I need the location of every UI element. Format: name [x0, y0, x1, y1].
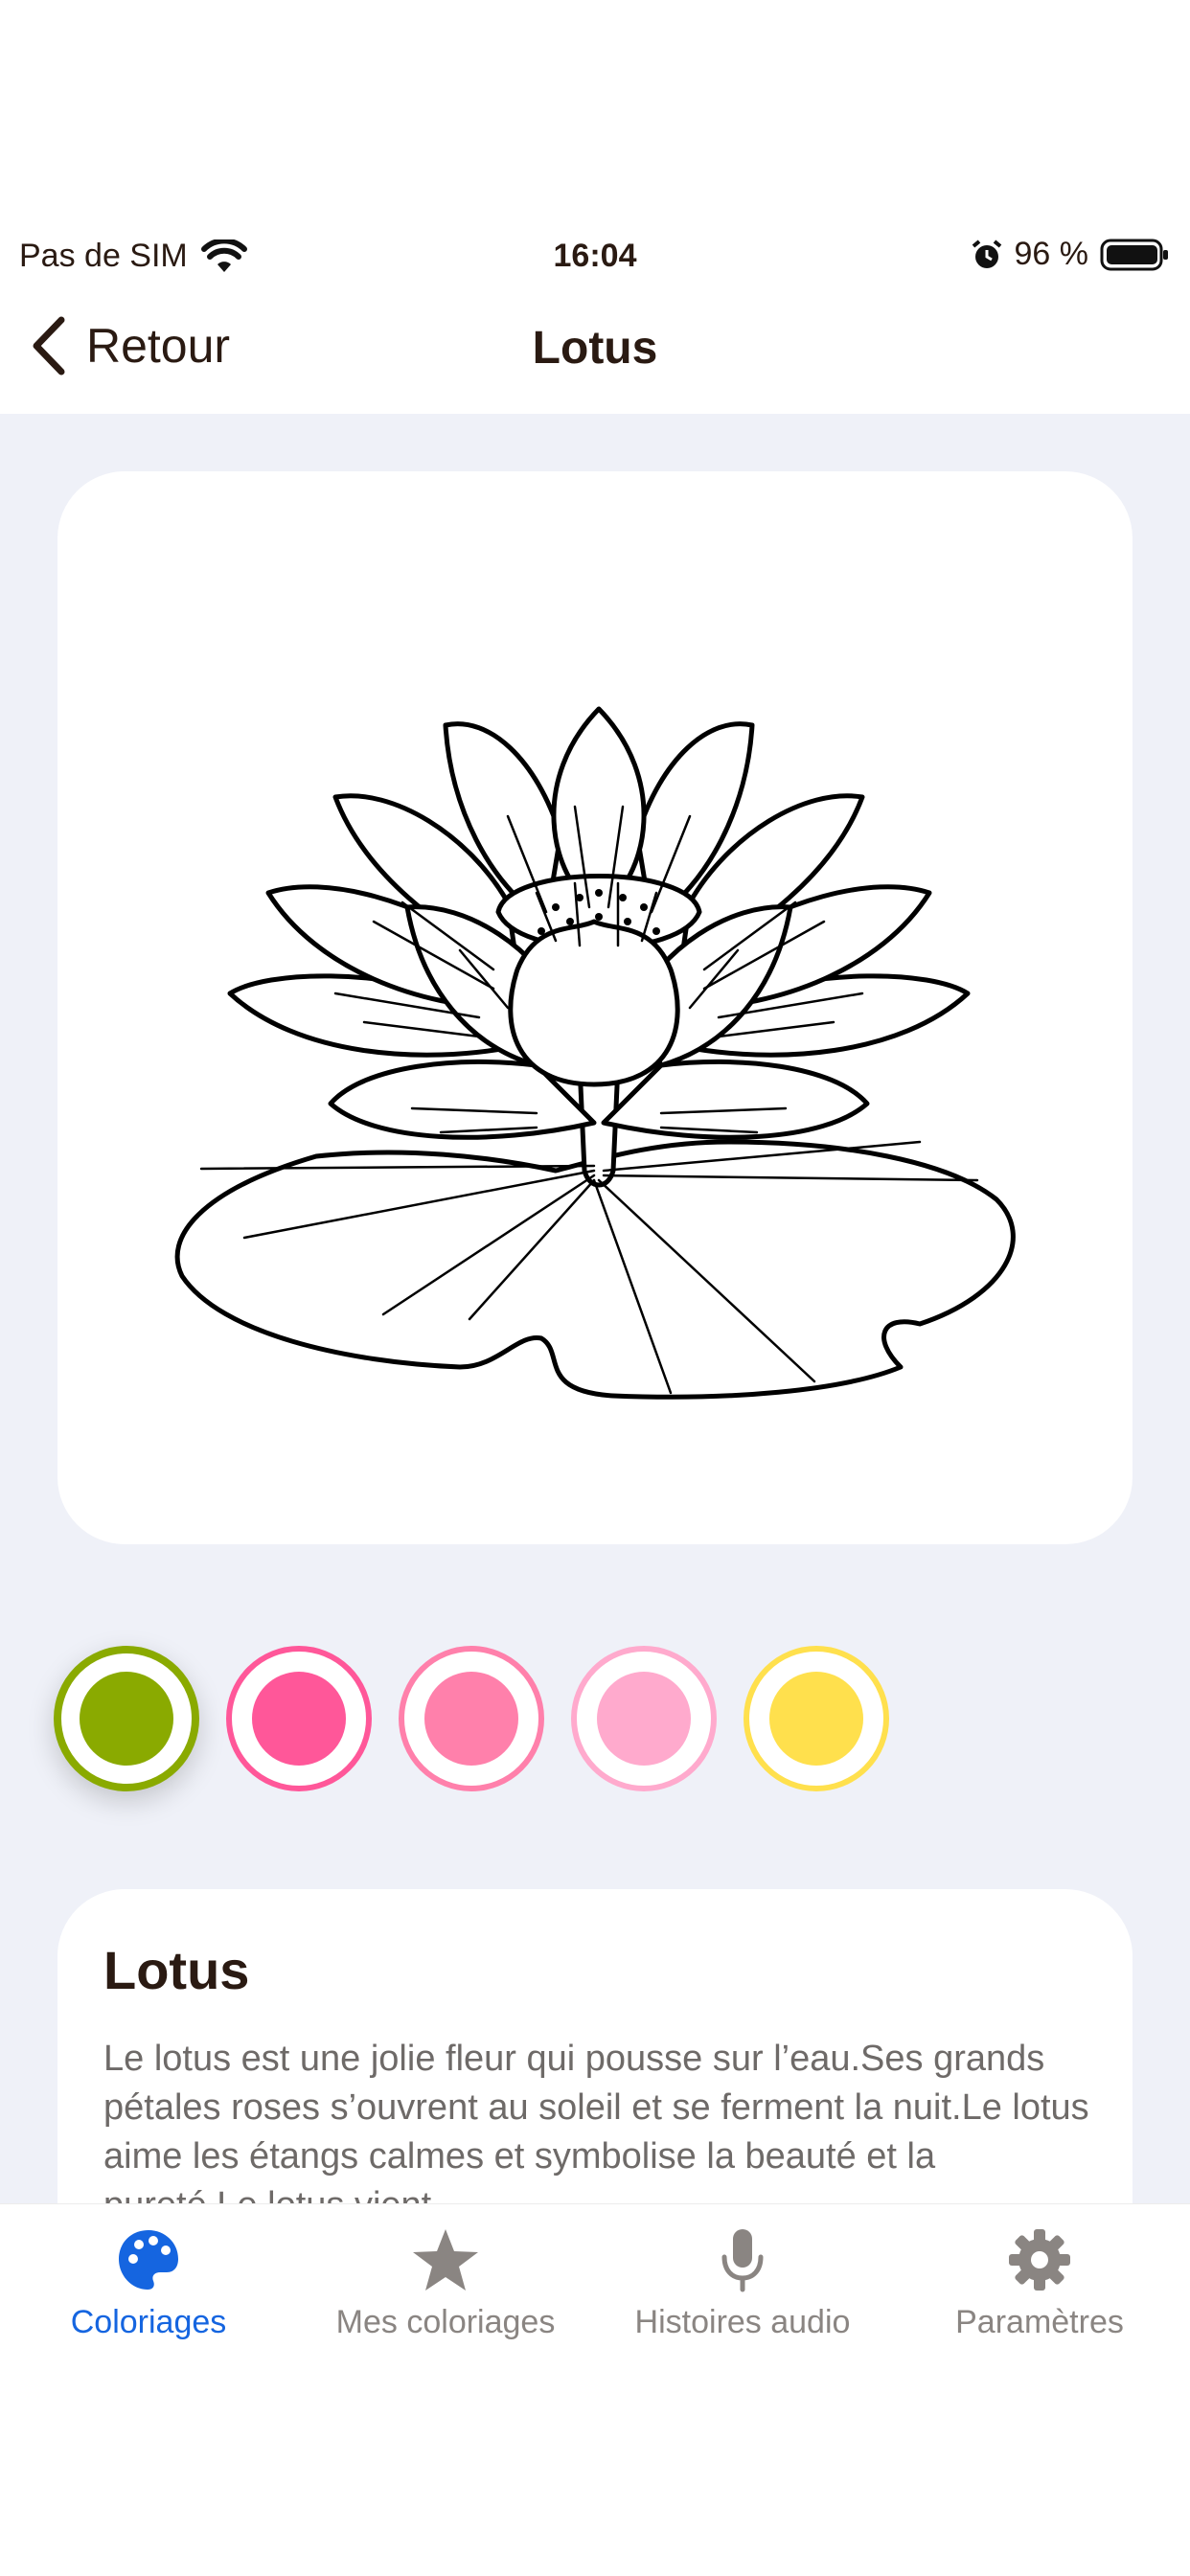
tab-label: Coloriages: [70, 2304, 227, 2340]
tab-label: Histoires audio: [634, 2304, 851, 2340]
microphone-icon: [721, 2229, 764, 2292]
status-right: 96 %: [971, 236, 1170, 273]
tab-parametres[interactable]: Paramètres: [891, 2222, 1188, 2341]
color-swatch[interactable]: [54, 1646, 199, 1791]
color-swatch[interactable]: [399, 1646, 544, 1791]
coloring-canvas-card[interactable]: [57, 471, 1133, 1544]
color-swatch[interactable]: [571, 1646, 717, 1791]
color-swatch-fill: [252, 1672, 346, 1766]
navigation-bar: Retour Lotus: [0, 307, 1190, 412]
info-card: Lotus Le lotus est une jolie fleur qui p…: [57, 1889, 1133, 2203]
tab-histoires-audio[interactable]: Histoires audio: [594, 2222, 891, 2341]
battery-icon: [1100, 239, 1168, 270]
color-swatch-fill: [80, 1672, 173, 1766]
color-swatch[interactable]: [744, 1646, 889, 1791]
tab-coloriages[interactable]: Coloriages: [0, 2222, 297, 2341]
tab-mes-coloriages[interactable]: Mes coloriages: [297, 2222, 594, 2341]
tab-bar: Coloriages Mes coloriages Histoires audi…: [0, 2203, 1190, 2576]
page-title: Lotus: [532, 323, 658, 374]
info-description: Le lotus est une jolie fleur qui pousse …: [103, 2039, 1089, 2203]
color-swatch[interactable]: [226, 1646, 372, 1791]
tab-label: Mes coloriages: [335, 2304, 556, 2340]
palette-icon: [119, 2230, 178, 2290]
alarm-icon: [972, 239, 1001, 268]
gear-icon: [1009, 2229, 1070, 2291]
status-bar: Pas de SIM 16:04 96 %: [0, 230, 1190, 287]
tab-label: Paramètres: [955, 2304, 1124, 2340]
color-swatch-fill: [424, 1672, 518, 1766]
color-swatch-fill: [597, 1672, 691, 1766]
color-swatch-fill: [769, 1672, 863, 1766]
battery-percent: 96 %: [1014, 236, 1089, 272]
lotus-drawing[interactable]: [57, 471, 1133, 1544]
info-title: Lotus: [103, 1940, 250, 2000]
content-area: Lotus Le lotus est une jolie fleur qui p…: [0, 414, 1190, 2203]
color-palette: [54, 1646, 889, 1799]
star-icon: [413, 2229, 478, 2291]
